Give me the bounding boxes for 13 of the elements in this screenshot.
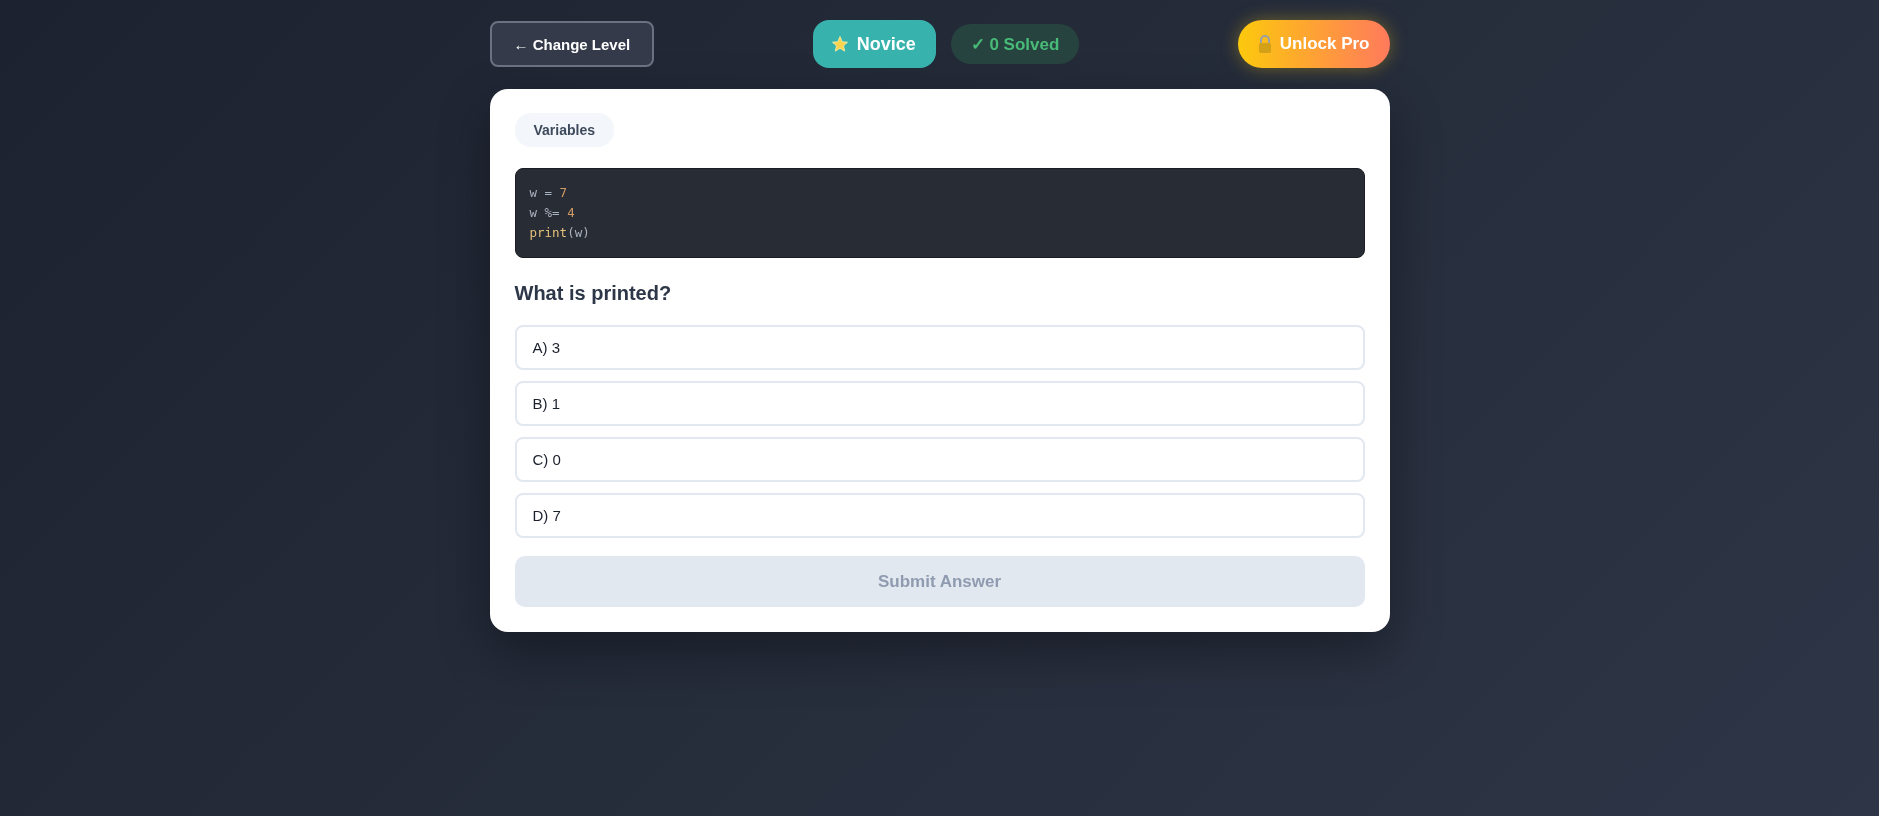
change-level-button[interactable]: ← Change Level — [489, 21, 655, 67]
answer-option[interactable]: A) 3 — [514, 325, 1365, 370]
code-line: w = 7 — [529, 184, 568, 202]
question-text: What is printed? — [514, 282, 673, 305]
answer-option[interactable]: D) 7 — [514, 493, 1365, 538]
lock-icon — [1257, 35, 1272, 53]
answer-option[interactable]: C) 0 — [514, 437, 1365, 482]
star-icon — [830, 35, 849, 53]
code-line: print(w) — [529, 224, 590, 242]
answer-option[interactable]: B) 1 — [514, 381, 1365, 426]
topic-tag: Variables — [514, 113, 614, 147]
solved-count-badge: ✓ 0 Solved — [950, 24, 1080, 64]
code-line: w %= 4 — [529, 204, 575, 222]
